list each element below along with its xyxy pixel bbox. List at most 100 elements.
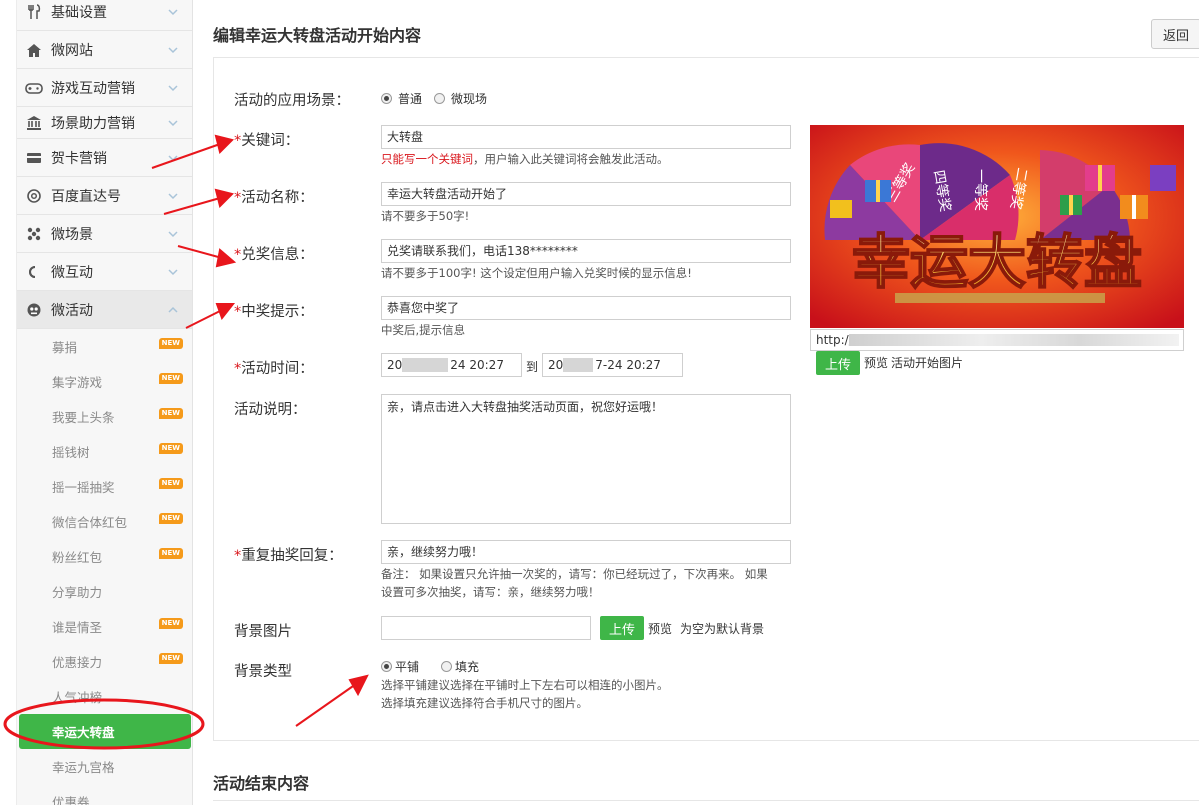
time-separator: 到: [526, 360, 539, 374]
banner-upload-button[interactable]: 上传: [816, 351, 860, 375]
start-time-input[interactable]: 20 24 20:27: [381, 353, 522, 377]
main-content: 编辑幸运大转盘活动开始内容 返回 活动的应用场景： 普通 微现场 *关键词： 大…: [193, 0, 1199, 805]
scene-label: 活动的应用场景：: [234, 93, 350, 109]
chevron-down-icon: [168, 8, 178, 15]
sub-item-share-boost[interactable]: 分享助力: [17, 574, 192, 609]
chevron-down-icon: [168, 46, 178, 53]
radio-label: 填充: [455, 660, 480, 674]
sidebar-menu: 基础设置 微网站 游戏互动营销 场景助力营销 贺卡营销 百度直达号 微场景 微互…: [17, 0, 192, 805]
bg-type-radio-tile[interactable]: 平铺: [381, 658, 419, 675]
chevron-down-icon: [168, 119, 178, 126]
sub-item-label: 摇一摇抽奖: [52, 480, 115, 495]
sub-item-donation[interactable]: 募捐 NEW: [17, 329, 192, 364]
title-base-shadow: [895, 293, 1105, 303]
sub-item-lucky-grid[interactable]: 幸运九宫格: [17, 749, 192, 784]
radio-unchecked-icon: [434, 93, 445, 104]
sidebar-item-label: 微互动: [51, 264, 93, 281]
keyword-hint: 只能写一个关键词，用户输入此关键词将会触发此活动。: [381, 151, 669, 167]
sidebar-item-label: 场景助力营销: [51, 115, 135, 132]
bg-image-input[interactable]: [381, 616, 591, 640]
prize-info-input[interactable]: 兑奖请联系我们，电话138********: [381, 239, 791, 263]
at-icon: [25, 187, 43, 205]
back-button[interactable]: 返回: [1151, 19, 1199, 49]
scene-radio-live[interactable]: 微现场: [434, 90, 487, 107]
sub-item-fans-red-packet[interactable]: 粉丝红包 NEW: [17, 539, 192, 574]
url-prefix: http://: [816, 333, 853, 347]
sub-item-collect-words[interactable]: 集字游戏 NEW: [17, 364, 192, 399]
sidebar-item-micro-site[interactable]: 微网站: [17, 31, 192, 69]
hint-text: ，用户输入此关键词将会触发此活动。: [473, 152, 669, 166]
sub-item-lucky-wheel[interactable]: 幸运大转盘: [19, 714, 191, 749]
description-textarea[interactable]: 亲，请点击进入大转盘抽奖活动页面，祝您好运哦！: [381, 394, 791, 524]
sidebar-item-label: 微场景: [51, 226, 93, 243]
win-tip-input[interactable]: 恭喜您中奖了: [381, 296, 791, 320]
new-badge: NEW: [158, 338, 183, 349]
radio-label: 普通: [398, 92, 423, 106]
repeat-reply-input[interactable]: 亲，继续努力哦！: [381, 540, 791, 564]
bg-image-hint: 为空为默认背景: [680, 622, 765, 636]
sub-item-money-tree[interactable]: 摇钱树 NEW: [17, 434, 192, 469]
end-time-suffix: 7-24 20:27: [595, 358, 661, 372]
section-divider: [213, 800, 1199, 801]
bg-type-label: 背景类型: [234, 664, 292, 680]
sub-item-popularity-rank[interactable]: 人气冲榜: [17, 679, 192, 714]
sub-item-who-is-lover[interactable]: 谁是情圣 NEW: [17, 609, 192, 644]
sub-item-label: 微信合体红包: [52, 515, 128, 530]
sidebar-item-scene-marketing[interactable]: 场景助力营销: [17, 107, 192, 139]
new-badge: NEW: [158, 373, 183, 384]
radio-unchecked-icon: [441, 661, 452, 672]
sidebar-item-baidu-direct[interactable]: 百度直达号: [17, 177, 192, 215]
sidebar-item-greeting-card[interactable]: 贺卡营销: [17, 139, 192, 177]
sidebar-item-label: 百度直达号: [51, 188, 121, 205]
sidebar-item-micro-activity[interactable]: 微活动: [17, 291, 192, 329]
sidebar-item-game-marketing[interactable]: 游戏互动营销: [17, 69, 192, 107]
sidebar-item-label: 微活动: [51, 302, 93, 319]
keyword-label: *关键词：: [234, 129, 299, 150]
sub-item-combined-red-packet[interactable]: 微信合体红包 NEW: [17, 504, 192, 539]
sidebar: 基础设置 微网站 游戏互动营销 场景助力营销 贺卡营销 百度直达号 微场景 微互…: [0, 0, 193, 805]
new-badge: NEW: [158, 618, 183, 629]
redacted-blur: [563, 358, 593, 372]
sub-item-label: 幸运九宫格: [52, 760, 115, 775]
sidebar-gutter: [0, 0, 17, 805]
sub-item-discount-relay[interactable]: 优惠接力 NEW: [17, 644, 192, 679]
radio-label: 平铺: [395, 660, 420, 674]
sidebar-item-label: 基础设置: [51, 4, 107, 21]
sidebar-item-micro-scene[interactable]: 微场景: [17, 215, 192, 253]
bank-icon: [25, 114, 43, 132]
app-root: 基础设置 微网站 游戏互动营销 场景助力营销 贺卡营销 百度直达号 微场景 微互…: [0, 0, 1199, 805]
chevron-down-icon: [168, 84, 178, 91]
chevron-down-icon: [168, 154, 178, 161]
bg-upload-button[interactable]: 上传: [600, 616, 644, 640]
chevron-up-icon: [168, 306, 178, 313]
sub-item-headline[interactable]: 我要上头条 NEW: [17, 399, 192, 434]
section-end-title: 活动结束内容: [213, 774, 310, 793]
redacted-blur: [402, 358, 448, 372]
bg-image-label: 背景图片: [234, 624, 292, 640]
repeat-reply-hint-1: 备注： 如果设置只允许抽一次奖的，请写：你已经玩过了，下次再来。 如果: [381, 567, 768, 581]
activity-time-label: *活动时间：: [234, 357, 314, 378]
scene-radio-normal[interactable]: 普通: [381, 90, 422, 107]
radio-checked-icon: [381, 661, 392, 672]
activity-name-input[interactable]: 幸运大转盘活动开始了: [381, 182, 791, 206]
sub-item-label: 募捐: [52, 340, 78, 355]
sidebar-item-basic-settings[interactable]: 基础设置: [17, 0, 192, 31]
bg-preview-link[interactable]: 预览: [648, 620, 672, 637]
sub-item-coupon[interactable]: 优惠券: [17, 784, 192, 805]
banner-caption: 活动开始图片: [891, 356, 964, 370]
banner-preview-link[interactable]: 预览: [864, 354, 888, 371]
label-text: 中奖提示：: [241, 304, 314, 320]
end-time-input[interactable]: 20 7-24 20:27: [542, 353, 683, 377]
redacted-blur: [849, 334, 1179, 346]
new-badge: NEW: [158, 408, 183, 419]
bg-type-hint-1: 选择平铺建议选择在平铺时上下左右可以相连的小图片。: [381, 678, 669, 692]
sidebar-item-micro-interaction[interactable]: 微互动: [17, 253, 192, 291]
bg-type-radio-fill[interactable]: 填充: [441, 658, 479, 675]
activity-name-hint: 请不要多于50字!: [381, 209, 470, 223]
banner-url-input[interactable]: http://: [810, 329, 1184, 351]
link-icon: [25, 263, 43, 281]
sub-item-shake-lottery[interactable]: 摇一摇抽奖 NEW: [17, 469, 192, 504]
keyword-input[interactable]: 大转盘: [381, 125, 791, 149]
label-text: 关键词：: [241, 133, 300, 149]
chevron-down-icon: [168, 230, 178, 237]
